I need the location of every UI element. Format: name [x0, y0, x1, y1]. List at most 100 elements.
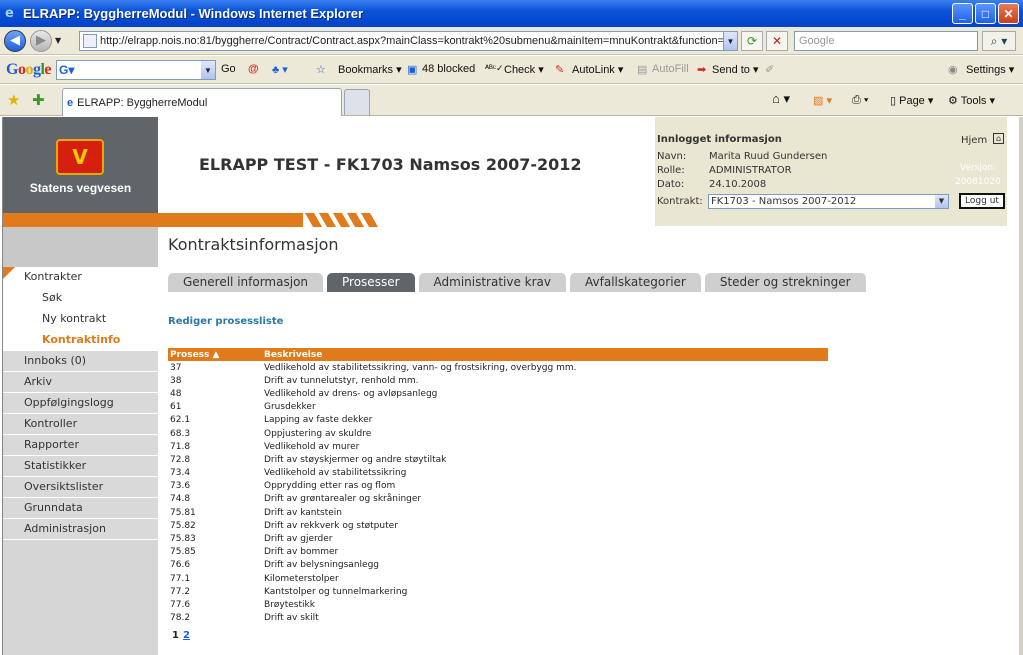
- content-tab[interactable]: Prosesser: [327, 273, 415, 292]
- logo-box: V Statens vegvesen: [3, 117, 158, 213]
- scrollbar[interactable]: [1019, 117, 1023, 655]
- stop-icon[interactable]: ✕: [766, 31, 788, 51]
- autolink-button[interactable]: AutoLink ▾: [572, 63, 623, 76]
- tools-menu[interactable]: ⚙ Tools ▾: [948, 94, 995, 107]
- process-description-cell: Drift av støyskjermer og andre støytilta…: [264, 454, 447, 465]
- new-tab-button[interactable]: [344, 89, 370, 115]
- process-description-cell: Vedlikehold av drens- og avløpsanlegg: [264, 388, 438, 399]
- process-code-cell: 77.1: [170, 573, 191, 584]
- sidebar-item[interactable]: Ny kontrakt: [3, 309, 158, 330]
- close-button[interactable]: ✕: [998, 3, 1019, 24]
- autofill-button[interactable]: AutoFill: [652, 63, 689, 75]
- sendto-button[interactable]: Send to ▾: [712, 63, 759, 76]
- process-description-cell: Opprydding etter ras og flom: [264, 481, 396, 492]
- content-tab[interactable]: Administrative krav: [418, 273, 567, 292]
- content-tab[interactable]: Steder og strekninger: [704, 273, 866, 292]
- google-g-icon: G▾: [59, 63, 75, 77]
- home-link-icon[interactable]: ⌂: [993, 133, 1004, 144]
- search-icon[interactable]: ⌕ ▾: [982, 31, 1016, 51]
- toolbar-buttons-icon[interactable]: ♣ ▾: [272, 63, 288, 76]
- contract-select[interactable]: FK1703 - Namsos 2007-2012 ▼: [708, 194, 949, 209]
- home-icon[interactable]: ⌂ ▾: [772, 91, 790, 107]
- sidebar-item[interactable]: Administrasjon: [3, 519, 158, 540]
- process-code-cell: 75.81: [170, 507, 196, 518]
- sidebar-item[interactable]: Søk: [3, 288, 158, 309]
- column-header-process[interactable]: Prosess ▲: [168, 348, 262, 361]
- maximize-button[interactable]: □: [975, 3, 996, 24]
- minimize-button[interactable]: _: [952, 3, 973, 24]
- back-button[interactable]: ◀: [4, 29, 26, 52]
- process-description-cell: Vedlikehold av stabilitetssikring, vann-…: [264, 362, 577, 373]
- refresh-icon[interactable]: ⟳: [741, 31, 763, 51]
- forward-button[interactable]: ▶: [30, 29, 52, 52]
- sidebar-item[interactable]: Kontrakter: [3, 267, 158, 288]
- column-header-description[interactable]: Beskrivelse: [262, 348, 828, 361]
- sidebar-item[interactable]: Oppfølgingslogg: [3, 393, 158, 414]
- url-text: http://elrapp.nois.no:81/byggherre/Contr…: [100, 35, 723, 47]
- bookmarks-button[interactable]: Bookmarks ▾: [338, 63, 402, 76]
- process-code-cell: 74.8: [170, 494, 191, 505]
- contract-dropdown-icon[interactable]: ▼: [935, 195, 948, 208]
- check-button[interactable]: Check ▾: [504, 63, 544, 76]
- process-code-cell: 71.8: [170, 441, 191, 452]
- process-description-cell: Drift av gjerder: [264, 534, 333, 545]
- table-row: 75.85 Drift av bommer: [168, 546, 828, 559]
- org-name: Statens vegvesen: [29, 181, 132, 195]
- sidebar: Kontrakter Søk Ny kontrakt Kontraktinfo Innb…: [3, 227, 158, 655]
- table-row: 75.83 Drift av gjerder: [168, 532, 828, 545]
- url-dropdown-icon[interactable]: ▼: [723, 32, 737, 50]
- process-code-cell: 61: [170, 402, 182, 413]
- process-code-cell: 75.83: [170, 534, 196, 545]
- google-search-box[interactable]: G▾ ▼: [56, 60, 216, 80]
- table-row: 76.6 Drift av belysningsanlegg: [168, 559, 828, 572]
- spiral-icon[interactable]: @: [248, 63, 259, 75]
- sendto-icon: ➡: [697, 64, 707, 76]
- content-tab[interactable]: Generell informasjon: [168, 273, 324, 292]
- sidebar-item[interactable]: Oversiktslister: [3, 477, 158, 498]
- settings-button[interactable]: Settings ▾: [966, 63, 1014, 76]
- content-tab[interactable]: Avfallskategorier: [570, 273, 701, 292]
- history-dropdown-icon[interactable]: ▼: [55, 36, 61, 45]
- info-name-row: Navn: Marita Ruud Gundersen: [657, 151, 828, 162]
- spellcheck-icon: ᴬᴮᶜ✓: [485, 63, 504, 73]
- feeds-icon[interactable]: ▧ ▾: [813, 94, 832, 107]
- process-code-cell: 77.6: [170, 599, 191, 610]
- favorites-star-icon[interactable]: ★: [7, 91, 20, 109]
- settings-icon: ◉: [948, 64, 958, 76]
- add-favorite-icon[interactable]: ✚: [32, 91, 45, 109]
- search-input[interactable]: Google: [794, 31, 978, 51]
- process-description-cell: Lapping av faste dekker: [264, 415, 373, 426]
- print-icon[interactable]: ⎙ ▾: [852, 94, 868, 107]
- version-label: Versjon:: [960, 163, 997, 173]
- go-button[interactable]: Go: [221, 63, 236, 75]
- sidebar-item[interactable]: Innboks (0): [3, 351, 158, 372]
- process-description-cell: Drift av kantstein: [264, 507, 342, 518]
- google-dropdown-icon[interactable]: ▼: [201, 61, 215, 79]
- login-info-heading: Innlogget informasjon: [657, 134, 782, 145]
- version-value: 20081020: [955, 177, 1001, 187]
- process-code-cell: 73.6: [170, 481, 191, 492]
- edit-process-list-link[interactable]: Rediger prosessliste: [168, 316, 283, 327]
- pencil-icon[interactable]: ✐: [765, 63, 774, 76]
- blocked-count[interactable]: 48 blocked: [422, 63, 475, 75]
- page-link-next[interactable]: 2: [183, 630, 190, 641]
- sidebar-item[interactable]: Arkiv: [3, 372, 158, 393]
- page-menu[interactable]: ▯ Page ▾: [890, 94, 933, 107]
- sidebar-item[interactable]: Grunndata: [3, 498, 158, 519]
- sidebar-item[interactable]: Kontraktinfo: [3, 330, 158, 351]
- process-code-cell: 48: [170, 388, 182, 399]
- url-field[interactable]: http://elrapp.nois.no:81/byggherre/Contr…: [79, 31, 738, 51]
- table-row: 48 Vedlikehold av drens- og avløpsanlegg: [168, 387, 828, 400]
- home-link[interactable]: Hjem: [961, 135, 987, 146]
- sidebar-item[interactable]: Rapporter: [3, 435, 158, 456]
- process-code-cell: 73.4: [170, 468, 191, 479]
- process-code-cell: 77.2: [170, 586, 191, 597]
- autolink-icon: ✎: [555, 64, 565, 76]
- browser-tab[interactable]: e ELRAPP: ByggherreModul: [62, 88, 342, 116]
- sidebar-item[interactable]: Kontroller: [3, 414, 158, 435]
- process-description-cell: Drift av skilt: [264, 613, 319, 624]
- sidebar-item[interactable]: Statistikker: [3, 456, 158, 477]
- logout-button[interactable]: Logg ut: [959, 193, 1005, 209]
- table-row: 74.8 Drift av grøntarealer og skråninger: [168, 493, 828, 506]
- table-row: 68.3 Oppjustering av skuldre: [168, 427, 828, 440]
